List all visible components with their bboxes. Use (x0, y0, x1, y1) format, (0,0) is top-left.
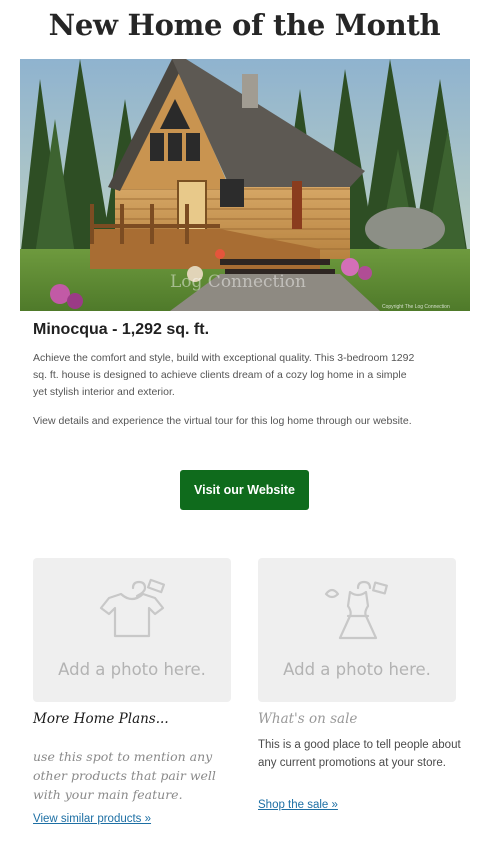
right-placeholder-text: Add a photo here. (283, 660, 431, 679)
featured-home-name: Minocqua - 1,292 sq. ft. (33, 321, 210, 338)
image-watermark: Log Connection (170, 272, 306, 292)
view-similar-products-link[interactable]: View similar products » (33, 813, 151, 825)
page-title: New Home of the Month (48, 8, 441, 42)
left-photo-placeholder[interactable]: Add a photo here. (33, 558, 231, 702)
right-photo-placeholder[interactable]: Add a photo here. (258, 558, 456, 702)
featured-home-image[interactable]: Log Connection Copyright The Log Connect… (20, 59, 470, 311)
left-column-title: More Home Plans... (33, 711, 169, 727)
dress-icon (324, 580, 388, 640)
right-column-title: What's on sale (258, 711, 358, 727)
shop-the-sale-link[interactable]: Shop the sale » (258, 799, 338, 811)
right-column-body: This is a good place to tell people abou… (258, 739, 461, 769)
left-column-body: use this spot to mention any other produ… (33, 749, 216, 802)
image-copyright: Copyright The Log Connection (382, 304, 450, 310)
left-placeholder-text: Add a photo here. (58, 660, 206, 679)
visit-website-button[interactable]: Visit our Website (180, 470, 309, 510)
featured-description: Achieve the comfort and style, build wit… (33, 352, 415, 398)
featured-virtual-tour-text: View details and experience the virtual … (33, 415, 412, 427)
tshirt-icon (99, 578, 166, 638)
